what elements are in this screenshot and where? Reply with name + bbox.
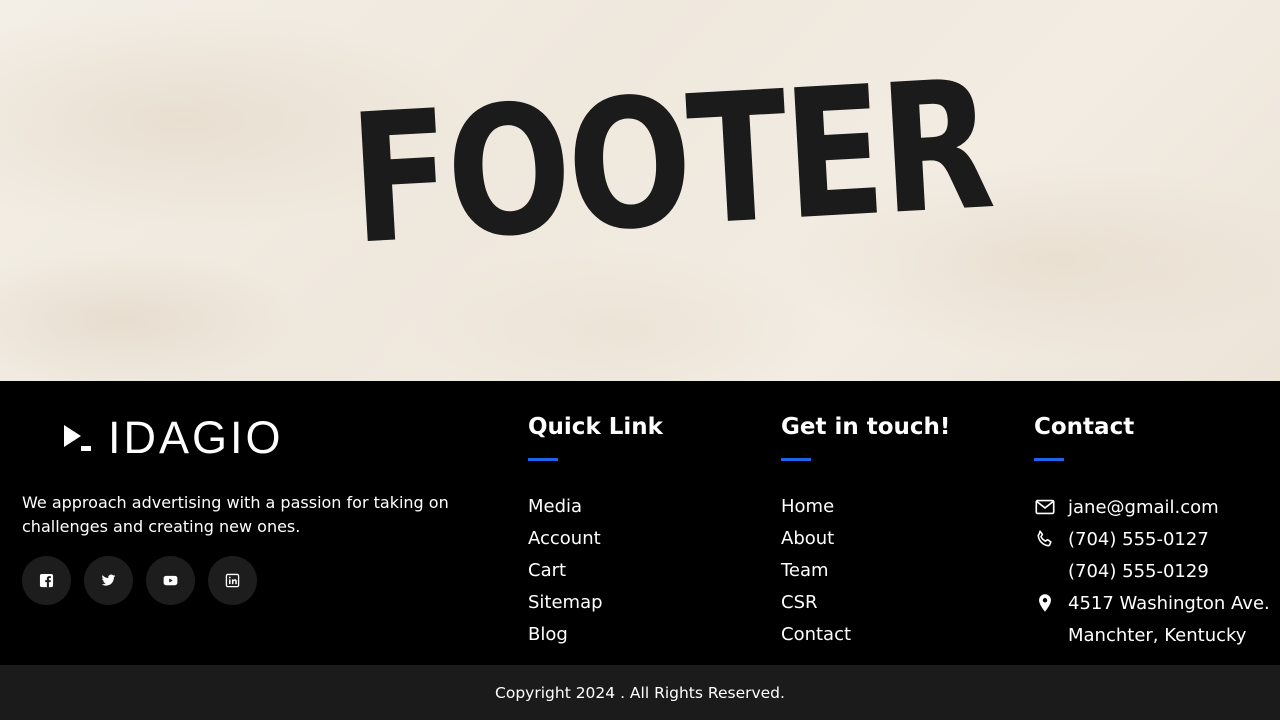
- contact-phone-row[interactable]: (704) 555-0127: [1034, 523, 1270, 555]
- quick-link-column: Quick Link Media Account Cart Sitemap Bl…: [528, 411, 663, 651]
- site-footer: IDAGIO We approach advertising with a pa…: [0, 381, 1280, 665]
- get-in-touch-title: Get in touch!: [781, 414, 951, 440]
- logo-play-icon: [64, 420, 92, 454]
- contact-email: jane@gmail.com: [1068, 496, 1219, 518]
- logo-text: IDAGIO: [108, 411, 284, 463]
- link-media[interactable]: Media: [528, 491, 663, 523]
- title-underline: [528, 458, 558, 461]
- hero-banner: FOOTER: [0, 0, 1280, 381]
- link-csr[interactable]: CSR: [781, 587, 950, 619]
- link-home[interactable]: Home: [781, 491, 950, 523]
- copyright-bar: Copyright 2024 . All Rights Reserved.: [0, 665, 1280, 720]
- contact-email-row[interactable]: jane@gmail.com: [1034, 491, 1270, 523]
- link-sitemap[interactable]: Sitemap: [528, 587, 663, 619]
- contact-phone-2-row[interactable]: (704) 555-0129: [1034, 555, 1270, 587]
- get-in-touch-list: Home About Team CSR Contact: [781, 491, 950, 651]
- linkedin-icon: [225, 573, 240, 588]
- contact-address-line-1: 4517 Washington Ave.: [1068, 592, 1270, 614]
- twitter-icon: [101, 574, 116, 586]
- youtube-icon: [163, 575, 178, 586]
- contact-phone-1: (704) 555-0127: [1068, 528, 1209, 550]
- hero-title: FOOTER: [345, 41, 996, 284]
- facebook-icon: [39, 573, 54, 588]
- brand-description: We approach advertising with a passion f…: [22, 493, 449, 536]
- linkedin-button[interactable]: [208, 556, 257, 605]
- title-underline: [781, 458, 811, 461]
- contact-address-line-2-row: Manchter, Kentucky: [1034, 619, 1270, 651]
- title-underline: [1034, 458, 1064, 461]
- link-team[interactable]: Team: [781, 555, 950, 587]
- link-account[interactable]: Account: [528, 523, 663, 555]
- brand-logo[interactable]: IDAGIO: [64, 411, 284, 463]
- map-pin-icon: [1034, 592, 1056, 614]
- quick-link-list: Media Account Cart Sitemap Blog: [528, 491, 663, 651]
- link-about[interactable]: About: [781, 523, 950, 555]
- get-in-touch-column: Get in touch! Home About Team CSR Contac…: [781, 411, 950, 651]
- copyright-text: Copyright 2024 . All Rights Reserved.: [495, 683, 785, 702]
- contact-address-row: 4517 Washington Ave.: [1034, 587, 1270, 619]
- link-blog[interactable]: Blog: [528, 619, 663, 651]
- contact-column: Contact jane@gmail.com (704) 555-0127 (7…: [1034, 411, 1270, 651]
- quick-link-title: Quick Link: [528, 414, 663, 440]
- link-cart[interactable]: Cart: [528, 555, 663, 587]
- social-links: [22, 556, 257, 605]
- contact-address-line-2: Manchter, Kentucky: [1068, 624, 1247, 646]
- contact-title: Contact: [1034, 414, 1135, 440]
- youtube-button[interactable]: [146, 556, 195, 605]
- mail-icon: [1034, 496, 1056, 518]
- contact-list: jane@gmail.com (704) 555-0127 (704) 555-…: [1034, 491, 1270, 651]
- contact-phone-2: (704) 555-0129: [1068, 560, 1209, 582]
- phone-icon: [1034, 528, 1056, 550]
- twitter-button[interactable]: [84, 556, 133, 605]
- facebook-button[interactable]: [22, 556, 71, 605]
- link-contact[interactable]: Contact: [781, 619, 950, 651]
